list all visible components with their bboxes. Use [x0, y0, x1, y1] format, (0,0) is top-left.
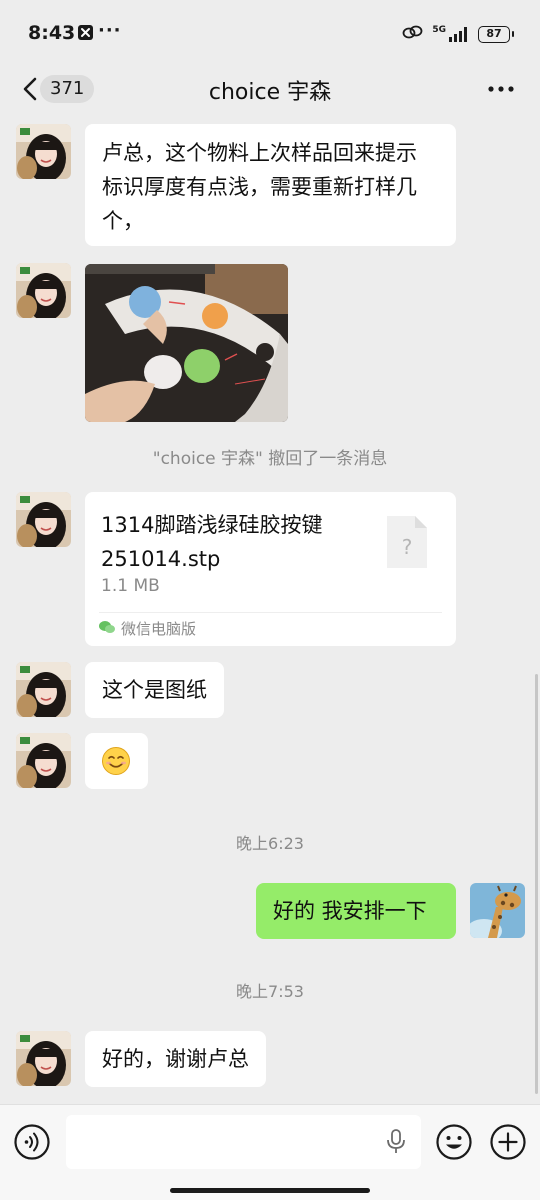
message-input[interactable] — [66, 1115, 421, 1169]
chat-title: choice 宇森 — [208, 80, 332, 105]
file-name: 1314脚踏浅绿硅胶按键 251014.stp — [101, 508, 361, 576]
message-bubble[interactable] — [85, 733, 148, 789]
chat-header: 371 choice 宇森 — [0, 64, 540, 114]
file-source: 微信电脑版 — [99, 618, 196, 639]
more-dots-icon[interactable] — [486, 74, 516, 104]
file-name-line: 1314脚踏浅绿硅胶按键 — [101, 513, 323, 537]
message-bubble[interactable]: 卢总，这个物料上次样品回来提示 标识厚度有点浅，需要重新打样几 个， — [85, 124, 456, 246]
home-indicator — [170, 1188, 370, 1193]
battery-icon: 87 — [478, 25, 514, 43]
emoji-icon[interactable] — [435, 1123, 473, 1161]
input-bar — [0, 1104, 540, 1200]
link-icon — [402, 24, 424, 44]
file-size: 1.1 MB — [101, 576, 160, 596]
message-list[interactable]: 卢总，这个物料上次样品回来提示 标识厚度有点浅，需要重新打样几 个， "choi… — [0, 114, 540, 1104]
message-text-line: 个， — [102, 209, 144, 233]
message-text: 好的 我安排一下 — [273, 899, 427, 923]
message-text: 这个是图纸 — [102, 678, 207, 702]
file-source-label: 微信电脑版 — [121, 620, 197, 638]
message-bubble[interactable]: 这个是图纸 — [85, 662, 224, 718]
photo-icon — [85, 264, 288, 422]
timestamp: 晚上6:23 — [236, 834, 304, 853]
plus-icon[interactable] — [489, 1123, 527, 1161]
message-text: 好的，谢谢卢总 — [102, 1047, 249, 1071]
status-icons: 5G 87 — [402, 24, 514, 44]
mic-icon[interactable] — [385, 1129, 407, 1155]
message-bubble[interactable]: 好的，谢谢卢总 — [85, 1031, 266, 1087]
divider — [99, 612, 442, 613]
status-bar: 8:43 ··· 5G 87 — [0, 0, 540, 64]
contact-avatar[interactable] — [16, 124, 71, 179]
photo-message[interactable] — [85, 264, 288, 422]
scrollbar[interactable] — [535, 674, 538, 1094]
status-time: 8:43 — [28, 22, 76, 44]
contact-avatar[interactable] — [16, 263, 71, 318]
svg-text:?: ? — [402, 535, 413, 559]
recall-notice: "choice 宇森" 撤回了一条消息 — [152, 449, 388, 469]
file-name-line: 251014.stp — [101, 547, 221, 571]
voice-icon[interactable] — [13, 1123, 51, 1161]
message-text-line: 标识厚度有点浅，需要重新打样几 — [102, 175, 417, 199]
unknown-file-icon: ? — [387, 516, 427, 568]
wechat-icon — [99, 620, 115, 638]
contact-avatar[interactable] — [16, 1031, 71, 1086]
message-text-line: 卢总，这个物料上次样品回来提示 — [102, 141, 417, 165]
timestamp: 晚上7:53 — [236, 982, 304, 1001]
smile-emoji-icon — [102, 747, 130, 775]
contact-avatar[interactable] — [16, 492, 71, 547]
my-message-bubble[interactable]: 好的 我安排一下 — [256, 883, 456, 939]
x-app-icon — [78, 25, 93, 40]
file-message[interactable]: 1314脚踏浅绿硅胶按键 251014.stp 1.1 MB ? 微信电脑版 — [85, 492, 456, 646]
my-avatar[interactable] — [470, 883, 525, 938]
contact-avatar[interactable] — [16, 662, 71, 717]
contact-avatar[interactable] — [16, 733, 71, 788]
notification-dots: ··· — [98, 20, 122, 41]
signal-icon: 5G — [432, 26, 470, 42]
